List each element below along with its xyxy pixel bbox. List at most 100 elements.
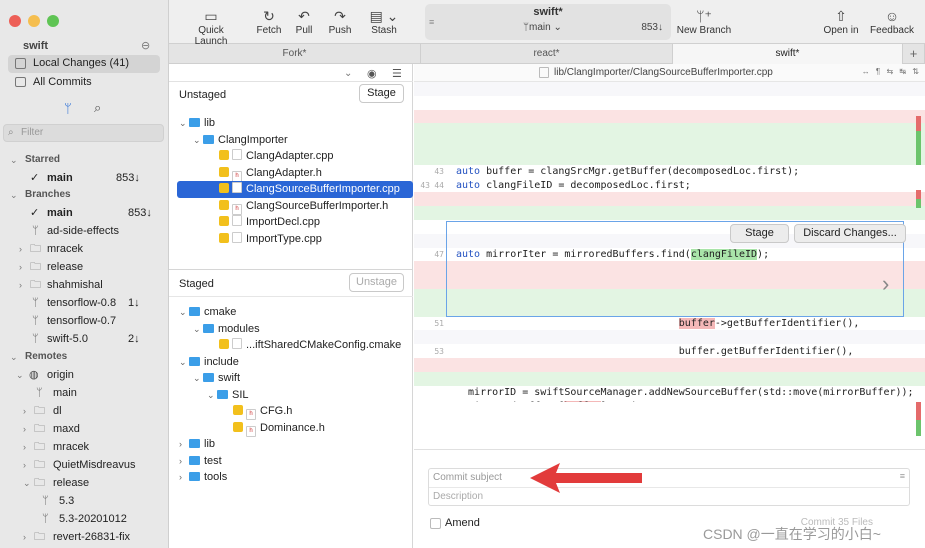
chevron-down-icon[interactable]: ⌄: [344, 68, 352, 79]
branch-view-icon[interactable]: ᛘ: [64, 101, 72, 116]
branch-item[interactable]: ᛘ swift-5.0 2↓: [0, 330, 169, 348]
remote-branch-item[interactable]: ⌄ 🗀 release: [0, 474, 169, 492]
file-tree-item[interactable]: ...iftSharedCMakeConfig.cmake: [169, 337, 405, 354]
branches-section[interactable]: ⌄ Branches: [0, 186, 169, 204]
diff-line[interactable]: 51 buffer->getBufferIdentifier(),: [414, 275, 925, 330]
file-tree-item[interactable]: ClangSourceBufferImporter.cpp: [177, 181, 413, 198]
close-window-button[interactable]: [9, 15, 21, 27]
diff-line[interactable]: 44 auto buffer = clangSrcMgr.getBufferOr…: [414, 151, 925, 205]
chevron-down-icon[interactable]: ⌄: [193, 132, 203, 149]
open-in-button[interactable]: ⇧ Open in: [823, 8, 859, 36]
diff-line[interactable]: 54 55 mirrorID = swiftSourceManager.addN…: [414, 344, 925, 398]
chevron-down-icon[interactable]: ⌄: [179, 115, 189, 132]
pull-button[interactable]: ↶ Pull: [291, 8, 317, 36]
diff-line[interactable]: 45 auto mirrorIter = mirroredBuffers.fin…: [414, 192, 925, 247]
hunk-stage-button[interactable]: Stage: [730, 224, 789, 243]
search-icon[interactable]: ⌕: [94, 100, 101, 116]
commit-description-input[interactable]: Description: [433, 491, 483, 502]
tab-react[interactable]: react*: [421, 44, 673, 64]
branch-item[interactable]: › 🗀 shahmishal: [0, 276, 169, 294]
chevron-down-icon[interactable]: ⌄: [193, 370, 203, 387]
remote-branch-item[interactable]: › 🗀 QuietMisdreavus: [0, 456, 169, 474]
diff-line[interactable]: @@ -54,3 +55,3 @@ SourceLoc ClangSourceB…: [414, 330, 925, 384]
local-changes-item[interactable]: Local Changes (41): [8, 55, 160, 73]
chevron-right-icon[interactable]: ›: [179, 453, 189, 470]
file-tree-item[interactable]: ⌄ include: [169, 354, 405, 371]
diff-line[interactable]: 56 57 }: [414, 386, 925, 403]
diff-line[interactable]: 43 auto clangFileID = decomposedLoc.firs…: [414, 137, 925, 191]
minus-circle-icon[interactable]: ⊖: [141, 39, 150, 52]
remote-branch-item[interactable]: ᛘ 5.3: [0, 492, 169, 510]
filter-field[interactable]: ⌕ Filter: [3, 124, 164, 142]
discard-changes-button[interactable]: Discard Changes...: [794, 224, 906, 243]
file-tree-item[interactable]: ⌄ ClangImporter: [169, 132, 405, 149]
branch-selector[interactable]: ᛘmain ⌄: [523, 22, 562, 33]
branch-item[interactable]: › 🗀 release: [0, 258, 169, 276]
diff-line[interactable]: 52 53 /*RequiresNullTerminator=*/true): [414, 317, 925, 371]
branch-item[interactable]: ᛘ ad-side-effects: [0, 222, 169, 240]
list-view-icon[interactable]: ☰: [392, 67, 402, 80]
file-tree-item[interactable]: ⌄ SIL: [169, 387, 405, 404]
diff-line[interactable]: 42 auto buffer = clangSrcMgr.getBuffer(d…: [414, 123, 925, 177]
message-template-icon[interactable]: ≡: [900, 471, 905, 481]
tab-swift[interactable]: swift*: [673, 44, 903, 64]
branch-item[interactable]: ᛘ tensorflow-0.8 1↓: [0, 294, 169, 312]
starred-branch-main[interactable]: ✓ main 853↓: [0, 169, 169, 187]
diff-line[interactable]: 42 auto buffer = clangSrcMgr.getBuffer(d…: [414, 109, 925, 164]
file-tree-item[interactable]: ⌄ modules: [169, 321, 405, 338]
amend-checkbox[interactable]: [430, 518, 441, 529]
file-tree-item[interactable]: ImportDecl.cpp: [169, 214, 405, 231]
diff-line[interactable]: 43 44 unsigned mirrorID;: [414, 165, 925, 219]
add-tab-button[interactable]: +: [903, 44, 925, 64]
remote-branch-item[interactable]: ᛘ main: [0, 384, 169, 402]
feedback-button[interactable]: ☺ Feedback: [869, 8, 915, 36]
file-tree-item[interactable]: ⌄ cmake: [169, 304, 405, 321]
tab-fork[interactable]: Fork*: [169, 44, 421, 64]
branch-item[interactable]: ᛘ tensorflow-0.7: [0, 312, 169, 330]
file-tree-item[interactable]: › test: [169, 453, 405, 470]
remote-branch-item[interactable]: › 🗀 maxd: [0, 420, 169, 438]
remote-branch-item[interactable]: ᛘ 5.3-20201012: [0, 510, 169, 528]
chevron-right-icon[interactable]: ›: [882, 271, 889, 297]
all-commits-item[interactable]: All Commits: [8, 73, 160, 91]
file-tree-item[interactable]: h Dominance.h: [169, 420, 405, 437]
commit-subject-input[interactable]: Commit subject: [433, 472, 502, 483]
fetch-button[interactable]: ↻ Fetch: [253, 8, 285, 36]
file-tree-item[interactable]: ⌄ swift: [169, 370, 405, 387]
diff-line[interactable]: 44 45: [414, 179, 925, 218]
diff-line[interactable]: 49 50 std::unique_ptr<llvm::MemoryBuffer…: [414, 248, 925, 302]
diff-line[interactable]: 50 llvm::MemoryBuffer::getMemBuffer(buff…: [414, 261, 925, 316]
remote-branch-item[interactable]: › 🗀 revert-26831-fix: [0, 528, 169, 546]
file-tree-item[interactable]: h ClangAdapter.h: [169, 165, 405, 182]
diff-line[interactable]: @@ -41,6 +41,7 @@ SourceLoc ClangSourceB…: [414, 82, 925, 136]
remotes-section[interactable]: ⌄ Remotes: [0, 348, 169, 366]
branch-item[interactable]: ✓ main 853↓: [0, 204, 169, 222]
new-branch-button[interactable]: ᛘ⁺ New Branch: [676, 8, 732, 36]
chevron-down-icon[interactable]: ⌄: [207, 387, 217, 404]
remote-branch-item[interactable]: › 🗀 mracek: [0, 438, 169, 456]
chevron-right-icon[interactable]: ›: [179, 469, 189, 486]
file-tree-item[interactable]: h CFG.h: [169, 403, 405, 420]
branch-item[interactable]: › 🗀 mracek: [0, 240, 169, 258]
diff-line[interactable]: 55 mirroredBuffers[buffer] = mirrorID;: [414, 358, 925, 402]
repo-branch-selector[interactable]: ≡ swift* ᛘmain ⌄ 853↓: [425, 4, 671, 40]
diff-line[interactable]: 46 auto mirrorIter = mirroredBuffers.fin…: [414, 206, 925, 261]
diff-options-icon[interactable]: ↔ ¶ ⇆ ↹ ⇅: [862, 67, 921, 76]
file-tree-item[interactable]: › lib: [169, 436, 405, 453]
unstage-button[interactable]: Unstage: [349, 273, 404, 292]
file-tree-item[interactable]: h ClangSourceBufferImporter.h: [169, 198, 405, 215]
diff-line[interactable]: 51 llvm::MemoryBuffer::getMemBuffer(buff…: [414, 289, 925, 343]
push-button[interactable]: ↷ Push: [325, 8, 355, 36]
file-tree-item[interactable]: › tools: [169, 469, 405, 486]
diff-line[interactable]: 56 mirroredBuffers[clangFileID] = mirror…: [414, 371, 925, 402]
starred-section[interactable]: ⌄ Starred: [0, 151, 169, 169]
zoom-window-button[interactable]: [47, 15, 59, 27]
stash-button[interactable]: ▤ ⌄ Stash: [367, 8, 401, 36]
chevron-right-icon[interactable]: ›: [179, 436, 189, 453]
diff-line[interactable]: 41 41: [414, 96, 925, 135]
minimize-window-button[interactable]: [28, 15, 40, 27]
remote-branch-item[interactable]: › 🗀 dl: [0, 402, 169, 420]
file-tree-item[interactable]: ⌄ lib: [169, 115, 405, 132]
remote-origin[interactable]: ⌄ ◍ origin: [0, 366, 169, 384]
eye-icon[interactable]: ◉: [367, 67, 377, 80]
